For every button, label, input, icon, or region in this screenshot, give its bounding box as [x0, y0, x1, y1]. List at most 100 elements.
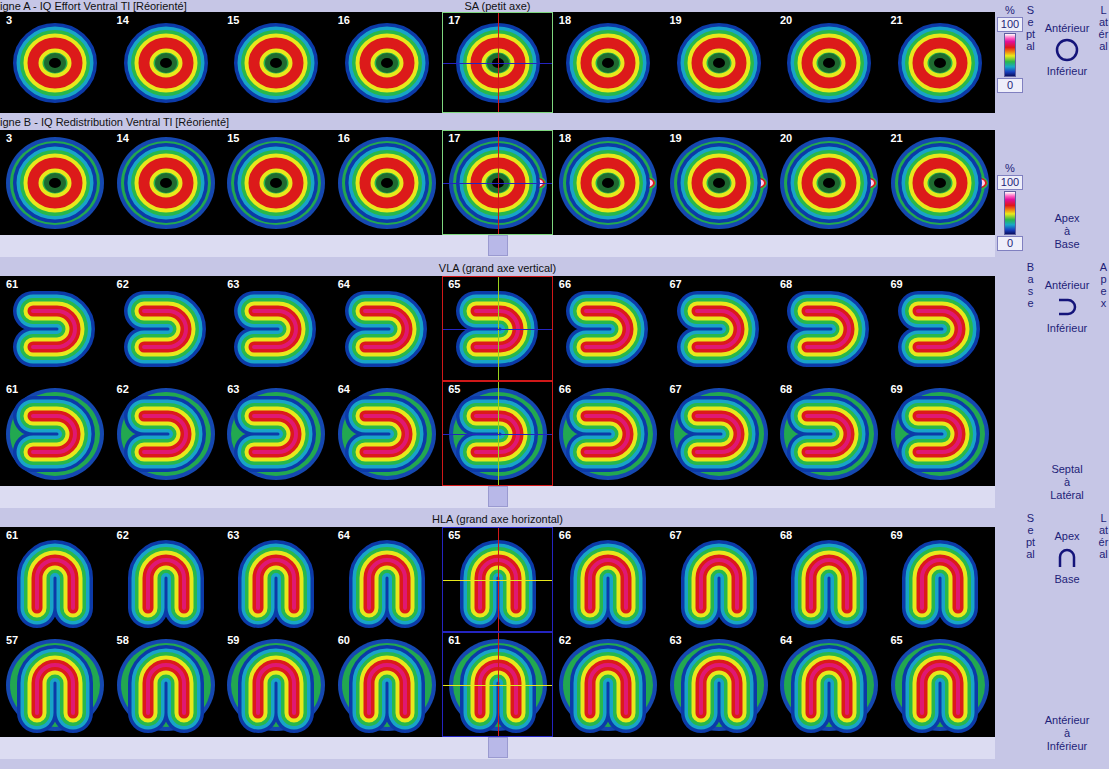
- slice-cell[interactable]: 68: [774, 381, 885, 486]
- slice-number: 18: [559, 132, 571, 144]
- slice-cell[interactable]: 63: [663, 632, 774, 737]
- perfusion-slice-image: [890, 13, 990, 113]
- slice-cell[interactable]: 62: [111, 276, 222, 381]
- right-label: Latéral: [1098, 512, 1109, 586]
- orientation-icon: [1054, 294, 1080, 320]
- slice-cell[interactable]: 16: [332, 130, 443, 235]
- perfusion-slice-image: [779, 133, 879, 233]
- scale-min: 0: [997, 236, 1023, 251]
- slice-cell[interactable]: 21: [885, 12, 996, 113]
- slice-cell[interactable]: 66: [553, 276, 664, 381]
- slice-number: 67: [669, 278, 681, 290]
- slice-cell[interactable]: 19: [663, 130, 774, 235]
- direction-word: Latéral: [1025, 489, 1109, 502]
- orientation: ApexBase: [1036, 512, 1098, 586]
- slice-cell[interactable]: 64: [774, 632, 885, 737]
- perfusion-slice-image: [226, 133, 326, 233]
- slice-cell[interactable]: 17: [442, 130, 553, 235]
- slice-cell[interactable]: 59: [221, 632, 332, 737]
- slice-scrollbar[interactable]: [0, 235, 995, 257]
- slice-cell[interactable]: 20: [774, 130, 885, 235]
- section-header: HLA (grand axe horizontal): [0, 508, 995, 527]
- slice-cell[interactable]: 3: [0, 130, 111, 235]
- slice-cell[interactable]: 14: [111, 12, 222, 113]
- slice-cell[interactable]: 18: [553, 130, 664, 235]
- slice-cell[interactable]: 18: [553, 12, 664, 113]
- scroll-thumb[interactable]: [488, 486, 508, 507]
- perfusion-slice-image: [779, 384, 879, 484]
- slice-strip: 3 14151617181920 21: [0, 12, 995, 113]
- perfusion-slice-image: [226, 13, 326, 113]
- slice-cell[interactable]: 58: [111, 632, 222, 737]
- slice-cell[interactable]: 67: [663, 527, 774, 632]
- slice-cell[interactable]: 20: [774, 12, 885, 113]
- slice-cell[interactable]: 63: [221, 527, 332, 632]
- slice-cell[interactable]: 68: [774, 527, 885, 632]
- section-title: SA (petit axe): [464, 0, 530, 12]
- slice-cell[interactable]: 61: [0, 276, 111, 381]
- perfusion-slice-image: [558, 384, 658, 484]
- row-label: igne A - IQ Effort Ventral Tl [Réorienté…: [0, 0, 187, 12]
- slice-cell[interactable]: 57: [0, 632, 111, 737]
- scroll-thumb[interactable]: [488, 235, 508, 256]
- slice-cell[interactable]: 69: [885, 527, 996, 632]
- slice-cell[interactable]: 62: [111, 527, 222, 632]
- slice-cell[interactable]: 15: [221, 130, 332, 235]
- slice-cell[interactable]: 67: [663, 276, 774, 381]
- direction-word: Base: [1025, 238, 1109, 251]
- perfusion-slice-image: [669, 13, 769, 113]
- perfusion-slice-image: [779, 279, 879, 379]
- bottom-label: Inférieur: [1047, 65, 1087, 78]
- slice-cell[interactable]: 65: [442, 276, 553, 381]
- slice-cell[interactable]: 61: [442, 632, 553, 737]
- slice-number: 19: [669, 132, 681, 144]
- orientation-legend: %1000SeptalAntérieurInférieurLatéral%100…: [995, 0, 1109, 257]
- slice-cell[interactable]: 61: [0, 527, 111, 632]
- slice-cell[interactable]: 66: [553, 381, 664, 486]
- slice-cell[interactable]: 65: [885, 632, 996, 737]
- slice-cell[interactable]: 63: [221, 276, 332, 381]
- perfusion-slice-image: [337, 279, 437, 379]
- slice-scrollbar[interactable]: [0, 486, 995, 508]
- slice-cell[interactable]: 64: [332, 527, 443, 632]
- perfusion-slice-image: [890, 635, 990, 735]
- slice-cell[interactable]: 17: [442, 12, 553, 113]
- slice-cell[interactable]: 14: [111, 130, 222, 235]
- slice-cell[interactable]: 61: [0, 381, 111, 486]
- scroll-thumb[interactable]: [488, 737, 508, 758]
- slice-number: 21: [891, 132, 903, 144]
- slice-cell[interactable]: 3: [0, 12, 111, 113]
- direction-label: ApexàBase: [1025, 212, 1109, 251]
- slice-number: 69: [891, 278, 903, 290]
- slice-cell[interactable]: 69: [885, 381, 996, 486]
- slice-number: 3: [6, 132, 12, 144]
- slice-number: 21: [891, 14, 903, 26]
- slice-cell[interactable]: 62: [553, 632, 664, 737]
- slice-cell[interactable]: 62: [111, 381, 222, 486]
- slice-cell[interactable]: 16: [332, 12, 443, 113]
- top-label: Antérieur: [1045, 279, 1090, 292]
- slice-cell[interactable]: 67: [663, 381, 774, 486]
- perfusion-slice-image: [5, 384, 105, 484]
- slice-cell[interactable]: 65: [442, 527, 553, 632]
- top-label: Apex: [1054, 530, 1079, 543]
- slice-number: 3: [6, 14, 12, 26]
- slice-cell[interactable]: 65: [442, 381, 553, 486]
- slice-cell[interactable]: 60: [332, 632, 443, 737]
- slice-cell[interactable]: 15: [221, 12, 332, 113]
- slice-scrollbar[interactable]: [0, 737, 995, 759]
- slice-cell[interactable]: 68: [774, 276, 885, 381]
- slice-cell[interactable]: 64: [332, 276, 443, 381]
- section-title: HLA (grand axe horizontal): [432, 513, 563, 525]
- slice-strip: 575859606162636465: [0, 632, 995, 737]
- slice-cell[interactable]: 64: [332, 381, 443, 486]
- slice-cell[interactable]: 21: [885, 130, 996, 235]
- slice-cell[interactable]: 19: [663, 12, 774, 113]
- slice-cell[interactable]: 63: [221, 381, 332, 486]
- perfusion-slice-image: [337, 635, 437, 735]
- slice-cell[interactable]: 66: [553, 527, 664, 632]
- slice-number: 66: [559, 383, 571, 395]
- slice-cell[interactable]: 69: [885, 276, 996, 381]
- left-label: Septal: [1025, 4, 1036, 93]
- slice-strip: 6162636465 66 676869: [0, 381, 995, 486]
